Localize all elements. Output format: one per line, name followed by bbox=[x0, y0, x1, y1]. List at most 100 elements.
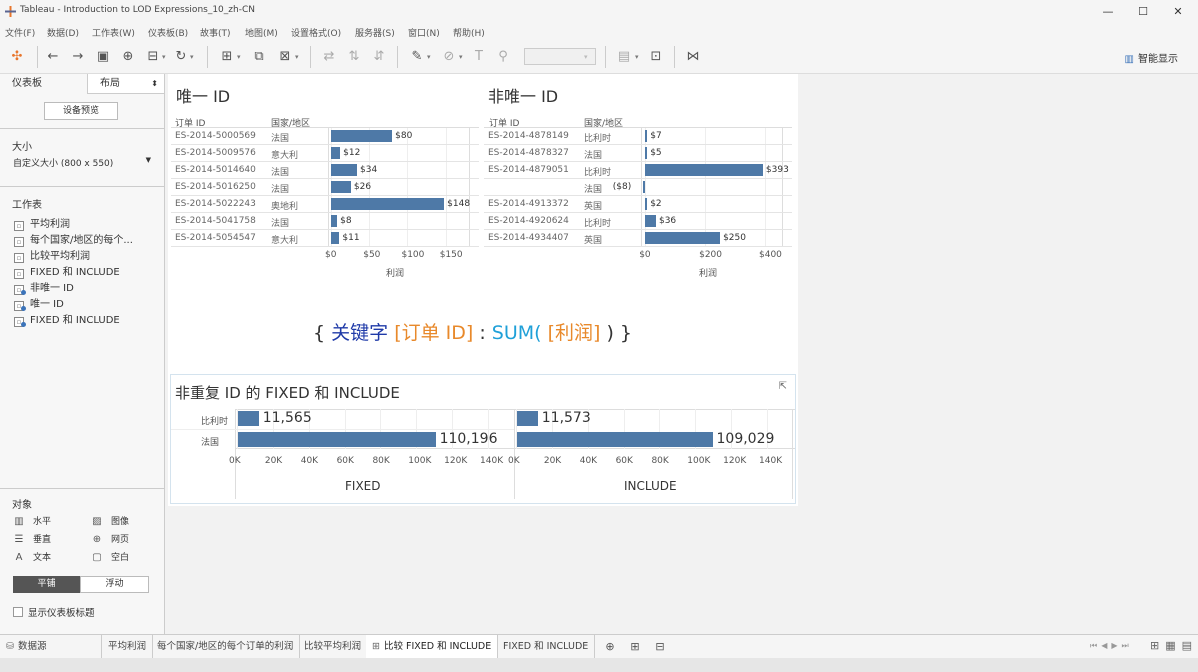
include-bar[interactable] bbox=[517, 411, 538, 426]
pause-updates-icon[interactable]: ⊟ bbox=[144, 48, 162, 66]
object-webpage[interactable]: ⊕ 网页 bbox=[91, 532, 129, 545]
minimize-button[interactable]: — bbox=[1090, 3, 1126, 21]
profit-bar[interactable] bbox=[331, 164, 357, 176]
tab-navigation-icon[interactable]: ⏮◀▶⏭ bbox=[1090, 641, 1133, 651]
size-dropdown[interactable]: 自定义大小 (800 x 550) ▼ bbox=[13, 156, 153, 170]
menu-map[interactable]: 地图(M) bbox=[245, 26, 278, 39]
highlight-icon[interactable]: ✎ bbox=[408, 48, 426, 66]
object-horizontal[interactable]: ▥ 水平 bbox=[13, 514, 51, 527]
redo-icon[interactable]: → bbox=[69, 48, 87, 66]
sheet-item[interactable]: ▫ 每个国家/地区的每个... bbox=[14, 234, 133, 248]
table-row[interactable]: ES-2014-4878149 比利时 $7 bbox=[484, 128, 792, 145]
tab-sheet[interactable]: 每个国家/地区的每个订单的利润 bbox=[151, 635, 301, 659]
maximize-button[interactable]: ☐ bbox=[1125, 3, 1161, 21]
tiled-button[interactable]: 平铺 bbox=[13, 576, 80, 593]
chevron-down-icon[interactable]: ▾ bbox=[427, 48, 435, 66]
object-text[interactable]: A 文本 bbox=[13, 550, 51, 563]
refresh-icon[interactable]: ↻ bbox=[172, 48, 190, 66]
show-cards-icon[interactable]: ▤ bbox=[615, 48, 633, 66]
swap-rows-columns-icon[interactable]: ⇄ bbox=[320, 48, 338, 66]
sheet-item-used[interactable]: ▫ 唯一 ID bbox=[14, 298, 64, 312]
table-row[interactable]: ES-2014-5054547 意大利 $11 bbox=[171, 230, 479, 247]
profit-bar[interactable] bbox=[642, 181, 646, 193]
profit-bar[interactable] bbox=[645, 147, 648, 159]
save-icon[interactable]: ▣ bbox=[94, 48, 112, 66]
floating-button[interactable]: 浮动 bbox=[80, 576, 149, 593]
profit-bar[interactable] bbox=[645, 232, 721, 244]
table-row[interactable]: ES-2014-4913372 英国 $2 bbox=[484, 196, 792, 213]
menu-dashboard[interactable]: 仪表板(B) bbox=[148, 26, 188, 39]
share-icon[interactable]: ⋈ bbox=[684, 48, 702, 66]
profit-bar[interactable] bbox=[331, 147, 341, 159]
object-vertical[interactable]: ☰ 垂直 bbox=[13, 532, 52, 545]
table-row[interactable]: ES-2014-4920624 比利时 $36 bbox=[484, 213, 792, 230]
group-members-icon[interactable]: ⊘ bbox=[440, 48, 458, 66]
table-row[interactable]: ES-2014-5009576 意大利 $12 bbox=[171, 145, 479, 162]
chevron-down-icon[interactable]: ▾ bbox=[584, 48, 592, 66]
table-row[interactable]: ES-2014-5041758 法国 $8 bbox=[171, 213, 479, 230]
tab-sheet[interactable]: 平均利润 bbox=[102, 635, 154, 659]
profit-bar[interactable] bbox=[645, 164, 763, 176]
profit-bar[interactable] bbox=[331, 215, 338, 227]
show-title-checkbox[interactable]: 显示仪表板标题 bbox=[13, 605, 95, 619]
tableau-home-icon[interactable]: ✣ bbox=[8, 48, 26, 66]
menu-help[interactable]: 帮助(H) bbox=[453, 26, 485, 39]
pin-axes-icon[interactable]: ⚲ bbox=[494, 48, 512, 66]
menu-file[interactable]: 文件(F) bbox=[5, 26, 35, 39]
menu-data[interactable]: 数据(D) bbox=[47, 26, 79, 39]
chevron-down-icon[interactable]: ▾ bbox=[237, 48, 245, 66]
new-worksheet-icon[interactable]: ⊞ bbox=[218, 48, 236, 66]
table-row[interactable]: ES-2014-4879051 比利时 $393 bbox=[484, 162, 792, 179]
chevron-down-icon[interactable]: ▾ bbox=[635, 48, 643, 66]
table-row[interactable]: ES-2014-5016250 法国 $26 bbox=[171, 179, 479, 196]
tab-sheet[interactable]: 比较平均利润 bbox=[298, 635, 369, 659]
new-dashboard-icon[interactable]: ⊞ bbox=[626, 638, 644, 656]
profit-bar[interactable] bbox=[331, 130, 393, 142]
duplicate-sheet-icon[interactable]: ⧉ bbox=[250, 48, 268, 66]
table-row[interactable]: ES-2014-5014640 法国 $34 bbox=[171, 162, 479, 179]
fixed-bar[interactable] bbox=[238, 432, 436, 447]
profit-bar[interactable] bbox=[645, 130, 648, 142]
device-preview-button[interactable]: 设备预览 bbox=[44, 102, 118, 120]
sort-descending-icon[interactable]: ⇵ bbox=[370, 48, 388, 66]
profit-bar[interactable] bbox=[331, 232, 340, 244]
new-data-source-icon[interactable]: ⊕ bbox=[119, 48, 137, 66]
menu-format[interactable]: 设置格式(O) bbox=[291, 26, 341, 39]
table-row[interactable]: ES-2014-4878327 法国 $5 bbox=[484, 145, 792, 162]
object-blank[interactable]: ▢ 空白 bbox=[91, 550, 129, 563]
menu-server[interactable]: 服务器(S) bbox=[355, 26, 395, 39]
sheet-item-used[interactable]: ▫ FIXED 和 INCLUDE bbox=[14, 314, 120, 328]
tab-sheet[interactable]: FIXED 和 INCLUDE bbox=[497, 635, 596, 659]
object-image[interactable]: ▨ 图像 bbox=[91, 514, 129, 527]
popout-icon[interactable]: ⇱ bbox=[779, 381, 787, 392]
show-mark-labels-icon[interactable]: T bbox=[470, 48, 488, 66]
chevron-down-icon[interactable]: ▾ bbox=[162, 48, 170, 66]
view-toggle-icon[interactable]: ⊞▦▤ bbox=[1150, 639, 1198, 652]
profit-bar[interactable] bbox=[331, 181, 351, 193]
table-row[interactable]: ES-2014-5000569 法国 $80 bbox=[171, 128, 479, 145]
profit-bar[interactable] bbox=[331, 198, 445, 210]
tab-active-dashboard[interactable]: ⊞ 比较 FIXED 和 INCLUDE bbox=[366, 635, 499, 659]
table-row[interactable]: ES-2014-5022243 奥地利 $148 bbox=[171, 196, 479, 213]
chevron-down-icon[interactable]: ▾ bbox=[295, 48, 303, 66]
menu-window[interactable]: 窗口(N) bbox=[408, 26, 440, 39]
sheet-item-used[interactable]: ▫ 非唯一 ID bbox=[14, 282, 74, 296]
include-bar[interactable] bbox=[517, 432, 713, 447]
sheet-item[interactable]: ▫ 比较平均利润 bbox=[14, 250, 90, 264]
fixed-bar[interactable] bbox=[238, 411, 259, 426]
sheet-item[interactable]: ▫ FIXED 和 INCLUDE bbox=[14, 266, 120, 280]
undo-icon[interactable]: ← bbox=[44, 48, 62, 66]
profit-bar[interactable] bbox=[645, 215, 656, 227]
table-row[interactable]: 法国 ($8) bbox=[484, 179, 792, 196]
new-worksheet-icon[interactable]: ⊕ bbox=[601, 638, 619, 656]
clear-sheet-icon[interactable]: ⊠ bbox=[276, 48, 294, 66]
smart-show-button[interactable]: ▥ 智能显示 bbox=[1125, 50, 1178, 65]
presentation-mode-icon[interactable]: ⊡ bbox=[647, 48, 665, 66]
menu-story[interactable]: 故事(T) bbox=[200, 26, 231, 39]
tab-data-source[interactable]: ⛁ 数据源 bbox=[0, 635, 102, 659]
new-story-icon[interactable]: ⊟ bbox=[651, 638, 669, 656]
profit-bar[interactable] bbox=[645, 198, 648, 210]
close-button[interactable]: ✕ bbox=[1160, 3, 1196, 21]
tab-layout[interactable]: 布局 ⬍ bbox=[87, 74, 164, 94]
sort-ascending-icon[interactable]: ⇅ bbox=[345, 48, 363, 66]
